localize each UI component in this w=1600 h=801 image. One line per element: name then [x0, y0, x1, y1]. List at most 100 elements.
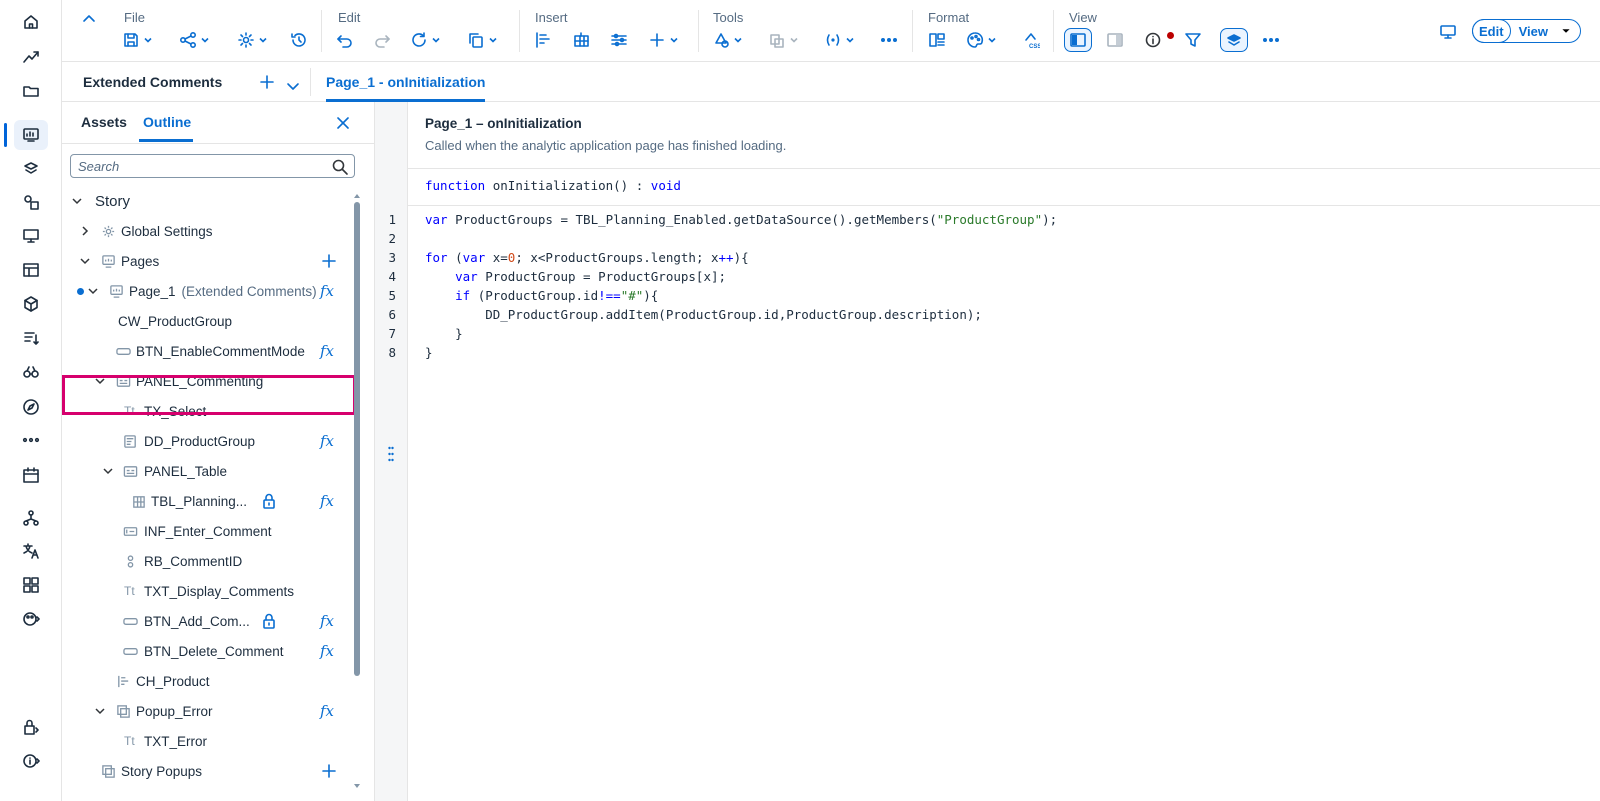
tree-item-page-1[interactable]: Page_1 (Extended Comments) fx [62, 276, 362, 306]
cube-icon[interactable] [14, 289, 48, 319]
script-fx-icon[interactable]: fx [320, 612, 334, 630]
tree-item-dd-productgroup[interactable]: DD_ProductGroup fx [62, 426, 362, 456]
script-fx-icon[interactable]: fx [320, 342, 334, 360]
insert-table-button[interactable] [572, 28, 590, 52]
tree-item-tbl-planning[interactable]: TBL_Planning... fx [62, 486, 362, 516]
view-mode-toggle[interactable] [1220, 28, 1248, 52]
insert-filter-button[interactable] [610, 28, 628, 52]
sort-icon[interactable] [14, 323, 48, 353]
compass-icon[interactable] [14, 392, 48, 422]
view-mode-dropdown[interactable]: View [1511, 24, 1580, 39]
palette-expand-icon[interactable] [14, 604, 48, 634]
home-icon[interactable] [14, 7, 48, 37]
present-button[interactable] [1439, 20, 1457, 44]
redo-button[interactable] [373, 28, 391, 52]
theme-button[interactable] [966, 28, 997, 52]
shapes-icon[interactable] [14, 187, 48, 217]
copy-button[interactable] [467, 28, 498, 52]
insert-chart-button[interactable] [534, 28, 552, 52]
code-token: if [455, 288, 471, 303]
layout-button[interactable] [928, 28, 946, 52]
explore-icon[interactable] [14, 357, 48, 387]
code-line-7[interactable]: } [425, 326, 463, 345]
script-fx-icon[interactable]: fx [320, 282, 334, 300]
tree-item-btn-enablecommentmode[interactable]: BTN_EnableCommentMode fx [62, 336, 362, 366]
search-input[interactable] [71, 155, 321, 177]
code-token: var [462, 250, 486, 265]
stories-icon[interactable] [4, 120, 48, 150]
tree-item-pages[interactable]: Pages [62, 246, 362, 276]
tree-item-btn-add-comment[interactable]: BTN_Add_Com... fx [62, 606, 362, 636]
panel-splitter[interactable] [375, 102, 408, 801]
info-button[interactable] [1144, 28, 1174, 52]
script-fx-icon[interactable]: fx [320, 432, 334, 450]
tree-item-btn-delete-comment[interactable]: BTN_Delete_Comment fx [62, 636, 362, 666]
story-tab[interactable]: Extended Comments [83, 74, 222, 90]
tab-menu-chevron-icon[interactable] [284, 77, 302, 95]
outline-tab[interactable]: Outline [143, 114, 191, 130]
tree-item-inf-enter-comment[interactable]: INF_Enter_Comment [62, 516, 362, 546]
refresh-button[interactable] [410, 28, 441, 52]
shapes-tool-button[interactable] [712, 28, 743, 52]
code-line-4[interactable]: var ProductGroup = ProductGroups[x]; [425, 269, 726, 288]
edit-mode-button[interactable]: Edit [1472, 19, 1511, 43]
search-icon[interactable] [331, 158, 349, 176]
right-panel-toggle[interactable] [1106, 28, 1124, 52]
code-line-3[interactable]: for (var x=0; x<ProductGroups.length; x+… [425, 250, 749, 269]
more-view-button[interactable] [1262, 28, 1280, 52]
tree-item-story[interactable]: Story [62, 186, 362, 216]
share-button[interactable] [179, 28, 210, 52]
calendar-icon[interactable] [14, 460, 48, 490]
translate-icon[interactable] [14, 536, 48, 566]
tree-item-story-popups[interactable]: Story Popups [62, 756, 362, 786]
code-line-8[interactable]: } [425, 345, 433, 364]
script-variable-button[interactable] [824, 28, 855, 52]
script-fx-icon[interactable]: fx [320, 702, 334, 720]
script-fx-icon[interactable]: fx [320, 642, 334, 660]
search-field[interactable] [70, 154, 355, 178]
tree-item-ch-product[interactable]: CH_Product [62, 666, 362, 696]
undo-button[interactable] [336, 28, 354, 52]
tree-item-cw-productgroup[interactable]: CW_ProductGroup [62, 306, 362, 336]
code-line-6[interactable]: DD_ProductGroup.addItem(ProductGroup.id,… [425, 307, 982, 326]
tree-item-panel-table[interactable]: PANEL_Table [62, 456, 362, 486]
outline-scrollbar[interactable] [353, 192, 361, 792]
tree-item-popup-error[interactable]: Popup_Error fx [62, 696, 362, 726]
grid-apps-icon[interactable] [14, 570, 48, 600]
mode-switch[interactable]: Edit View [1472, 19, 1581, 43]
tree-item-txt-error[interactable]: Tt TXT_Error [62, 726, 362, 756]
tree-item-rb-commentid[interactable]: RB_CommentID [62, 546, 362, 576]
more-horizontal-icon[interactable] [14, 425, 48, 455]
tree-item-txt-display-comments[interactable]: Tt TXT_Display_Comments [62, 576, 362, 606]
code-line-5[interactable]: if (ProductGroup.id!=="#"){ [425, 288, 658, 307]
version-history-button[interactable] [290, 28, 308, 52]
presentation-icon[interactable] [14, 221, 48, 251]
code-line-1[interactable]: var ProductGroups = TBL_Planning_Enabled… [425, 212, 1057, 231]
scroll-thumb[interactable] [354, 202, 360, 676]
trend-icon[interactable] [14, 42, 48, 72]
insert-add-button[interactable] [648, 28, 679, 52]
more-tools-button[interactable] [880, 28, 898, 52]
close-icon[interactable] [334, 114, 352, 132]
text-icon: Tt [124, 584, 135, 598]
lock-expand-icon[interactable] [14, 712, 48, 742]
assets-tab[interactable]: Assets [81, 114, 127, 130]
analytic-app-icon[interactable] [14, 153, 48, 183]
save-button[interactable] [122, 28, 153, 52]
add-tab-button[interactable] [258, 73, 276, 91]
filter-button[interactable] [1184, 28, 1202, 52]
left-panel-toggle[interactable] [1064, 28, 1092, 52]
settings-button[interactable] [237, 28, 268, 52]
info-expand-icon[interactable] [14, 746, 48, 776]
data-icon[interactable] [14, 255, 48, 285]
collapse-toolbar-icon[interactable] [80, 10, 98, 28]
script-fx-icon[interactable]: fx [320, 492, 334, 510]
popup-icon [102, 764, 115, 778]
connections-icon[interactable] [14, 503, 48, 533]
folder-icon[interactable] [14, 76, 48, 106]
tree-item-global-settings[interactable]: Global Settings [62, 216, 362, 246]
chevron-right-icon [82, 226, 89, 236]
data-tool-button[interactable] [768, 28, 799, 52]
script-tab[interactable]: Page_1 - onInitialization [326, 62, 486, 102]
css-button[interactable]: CSS [1022, 28, 1040, 52]
